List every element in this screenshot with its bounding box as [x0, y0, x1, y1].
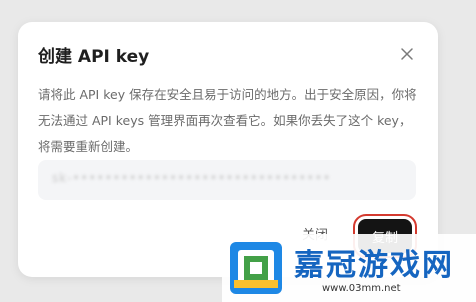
dialog-description: 请将此 API key 保存在安全且易于访问的地方。出于安全原因，你将无法通过 …: [38, 87, 417, 154]
watermark-logo-icon: [230, 242, 282, 294]
api-key-value: sk-••••••••••••••••••••••••••••••••: [52, 171, 332, 185]
dialog-title: 创建 API key: [38, 47, 150, 67]
watermark-url: www.03mm.net: [322, 283, 401, 294]
watermark: 嘉冠游戏网 www.03mm.net: [222, 234, 476, 302]
watermark-title: 嘉冠游戏网: [294, 248, 454, 283]
close-icon: [401, 48, 413, 60]
screen: 创建 API key 请将此 API key 保存在安全且易于访问的地方。出于安…: [0, 0, 476, 302]
api-key-field[interactable]: sk-••••••••••••••••••••••••••••••••: [38, 160, 416, 200]
close-button[interactable]: [397, 44, 417, 64]
